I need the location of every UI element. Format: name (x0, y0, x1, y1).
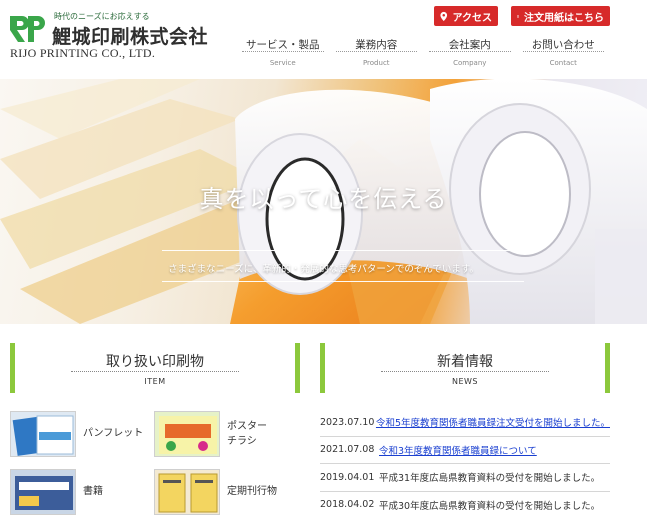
nav-divider (242, 51, 324, 52)
product-label-secondary: チラシ (227, 436, 257, 447)
nav-divider (522, 51, 604, 52)
items-section-divider (71, 371, 239, 372)
nav-divider (429, 51, 511, 52)
site-logo[interactable]: 時代のニーズにお応えする 鯉城印刷株式会社 RIJO PRINTING CO.,… (8, 8, 238, 60)
news-text: 平成31年度広島県教育資料の受付を開始しました。 (379, 473, 601, 485)
product-pamphlet[interactable]: パンフレット (10, 411, 150, 457)
periodical-image (155, 470, 219, 514)
product-label: ポスター (227, 421, 267, 432)
nav-item-sublabel: Contact (549, 59, 577, 67)
news-text: 平成30年度広島県教育資料の受付を開始しました。 (379, 500, 601, 512)
poster-image (155, 412, 219, 456)
logo-tagline: 時代のニーズにお応えする (54, 12, 150, 21)
periodical-thumbnail (154, 469, 220, 515)
nav-item-company[interactable]: 会社案内 Company (423, 34, 517, 67)
items-section-subtitle: ITEM (144, 377, 166, 386)
news-date: 2023.07.10 (320, 416, 375, 428)
product-poster-flyer[interactable]: ポスター チラシ (154, 411, 294, 457)
nav-item-label: 業務内容 (355, 39, 398, 51)
order-form-button-label: 注文用紙はこちら (524, 12, 604, 24)
pamphlet-image (11, 412, 75, 456)
access-button-label: アクセス (452, 12, 493, 24)
company-name: 鯉城印刷株式会社 (52, 26, 209, 48)
news-link[interactable]: 令和5年度教育関係者職員録注文受付を開始しました。 (376, 415, 610, 429)
nav-item-sublabel: Product (362, 59, 390, 67)
site-header: 時代のニーズにお応えする 鯉城印刷株式会社 RIJO PRINTING CO.,… (0, 0, 647, 72)
global-nav: サービス・製品 Service 業務内容 Product 会社案内 Compan… (236, 34, 611, 67)
nav-item-label: 会社案内 (448, 39, 491, 51)
book-thumbnail (10, 469, 76, 515)
hero-divider-top (162, 250, 524, 251)
news-date: 2021.07.08 (320, 444, 375, 456)
news-section-divider (381, 371, 549, 372)
product-label: 定期刊行物 (227, 486, 277, 497)
news-item: 2021.07.08 令和3年度教育関係者職員録について (320, 437, 610, 464)
book-image (11, 470, 75, 514)
product-book[interactable]: 書籍 (10, 469, 150, 515)
nav-item-contact[interactable]: お問い合わせ Contact (517, 34, 611, 67)
nav-item-product[interactable]: 業務内容 Product (330, 34, 424, 67)
nav-divider (335, 51, 417, 52)
news-link[interactable]: 令和3年度教育関係者職員録について (379, 443, 537, 457)
hero-title: 真を以って心を伝える (199, 185, 448, 213)
document-icon (517, 14, 519, 18)
product-label: パンフレット (83, 428, 144, 439)
nav-item-label: お問い合わせ (531, 39, 595, 51)
company-name-en: RIJO PRINTING CO., LTD. (10, 46, 156, 60)
hero-divider-bottom (162, 281, 524, 282)
nav-item-label: サービス・製品 (246, 39, 320, 51)
pamphlet-thumbnail (10, 411, 76, 457)
rp-logo-mark (8, 14, 46, 44)
poster-thumbnail (154, 411, 220, 457)
news-list: 2023.07.10 令和5年度教育関係者職員録注文受付を開始しました。 202… (320, 409, 610, 518)
hero-subtitle: さまざまなニーズに、革新的・発展的な思考パターンでのぞんでいます。 (168, 264, 479, 275)
nav-item-service[interactable]: サービス・製品 Service (236, 34, 330, 67)
product-periodical[interactable]: 定期刊行物 (154, 469, 294, 515)
map-pin-icon (440, 11, 448, 21)
order-form-button[interactable]: 注文用紙はこちら (511, 6, 610, 26)
news-item: 2018.04.02 平成30年度広島県教育資料の受付を開始しました。 (320, 492, 610, 518)
news-section-header: 新着情報 NEWS (320, 343, 610, 393)
news-section-subtitle: NEWS (451, 377, 479, 386)
items-section-title: 取り扱い印刷物 (106, 354, 204, 370)
news-date: 2019.04.01 (320, 471, 375, 483)
access-button[interactable]: アクセス (434, 6, 498, 26)
news-item: 2023.07.10 令和5年度教育関係者職員録注文受付を開始しました。 (320, 409, 610, 437)
news-section-title: 新着情報 (437, 354, 493, 370)
news-date: 2018.04.02 (320, 499, 375, 511)
product-label: 書籍 (83, 486, 103, 497)
nav-item-sublabel: Service (269, 59, 296, 67)
nav-item-sublabel: Company (453, 59, 487, 67)
hero-banner: 真を以って心を伝える さまざまなニーズに、革新的・発展的な思考パターンでのぞんで… (0, 79, 647, 324)
items-section-header: 取り扱い印刷物 ITEM (10, 343, 300, 393)
news-item: 2019.04.01 平成31年度広島県教育資料の受付を開始しました。 (320, 464, 610, 492)
